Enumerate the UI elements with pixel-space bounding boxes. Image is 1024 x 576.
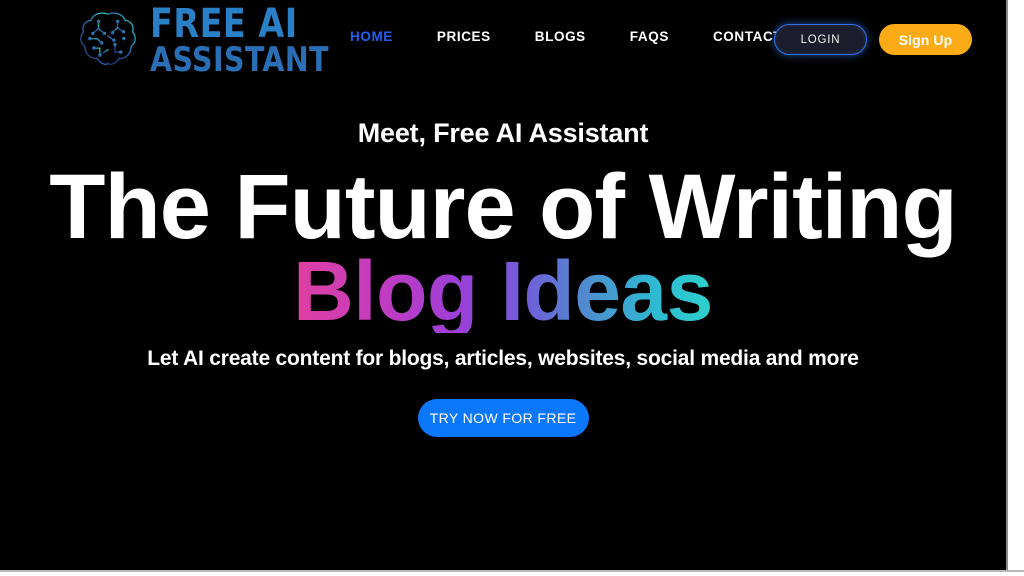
- nav-item-home[interactable]: HOME: [350, 29, 393, 44]
- hero-cta-wrapper: TRY NOW FOR FREE: [0, 399, 1006, 437]
- site-header: FREE AI ASSISTANT HOME PRICES BLOGS FAQS…: [0, 0, 1006, 78]
- brand-logo[interactable]: FREE AI ASSISTANT: [74, 1, 342, 80]
- brand-wordmark: FREE AI ASSISTANT: [150, 1, 342, 80]
- brand-name-line2: ASSISTANT: [150, 39, 330, 80]
- header-actions: LOGIN Sign Up: [774, 24, 972, 55]
- signup-button[interactable]: Sign Up: [879, 24, 972, 55]
- page-bottom-gutter: [0, 572, 1024, 576]
- try-now-for-free-button[interactable]: TRY NOW FOR FREE: [417, 399, 589, 437]
- hero-headline: The Future of Writing: [49, 156, 957, 258]
- hero-subtitle: Let AI create content for blogs, article…: [147, 347, 859, 370]
- nav-item-faqs[interactable]: FAQS: [630, 29, 669, 44]
- brain-circuit-icon: [80, 12, 136, 65]
- login-button[interactable]: LOGIN: [774, 24, 867, 55]
- browser-viewport: FREE AI ASSISTANT HOME PRICES BLOGS FAQS…: [0, 0, 1024, 576]
- nav-item-blogs[interactable]: BLOGS: [535, 29, 586, 44]
- brand-name-line1: FREE AI: [150, 1, 298, 47]
- nav-item-prices[interactable]: PRICES: [437, 29, 491, 44]
- hero-section: Meet, Free AI Assistant The Future of Wr…: [0, 78, 1006, 437]
- hero-headline-gradient: Blog Ideas: [293, 244, 713, 338]
- website-page: FREE AI ASSISTANT HOME PRICES BLOGS FAQS…: [0, 0, 1006, 570]
- main-navigation: HOME PRICES BLOGS FAQS CONTACT US: [350, 29, 806, 44]
- hero-eyebrow: Meet, Free AI Assistant: [357, 118, 649, 148]
- page-right-edge: [1006, 0, 1008, 570]
